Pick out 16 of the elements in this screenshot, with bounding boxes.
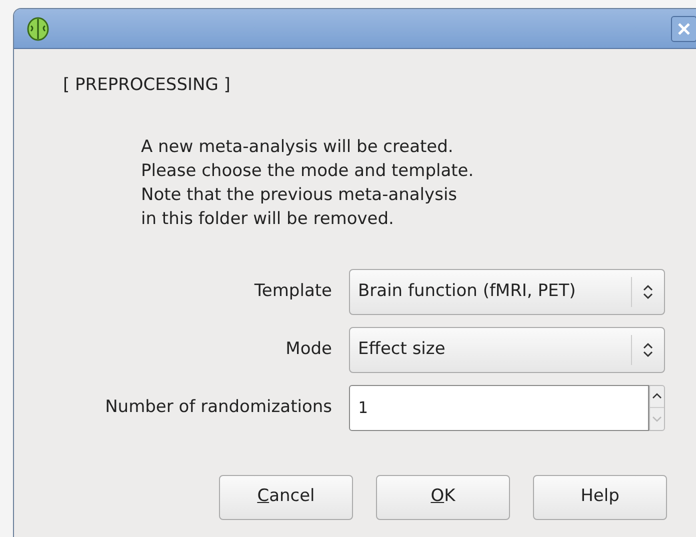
up-down-chevron-icon xyxy=(642,340,654,358)
number-field[interactable]: 1 xyxy=(349,384,649,430)
field-label: Template xyxy=(254,280,332,303)
field-label: Mode xyxy=(286,338,332,361)
dialog-button[interactable]: Help xyxy=(533,474,667,520)
up-down-chevron-icon xyxy=(642,282,654,300)
message-text: A new meta-analysis will be created. Please choose the mode and template. Note that the previous meta-analysis in this folder will be removed. xyxy=(141,136,474,230)
field-label: Number of randomizations xyxy=(105,396,332,419)
brain-icon xyxy=(26,16,50,40)
dialog-button[interactable]: OK xyxy=(376,474,510,520)
dropdown[interactable]: Effect size xyxy=(349,326,665,372)
close-icon xyxy=(677,22,691,36)
section-heading: [ PREPROCESSING ] xyxy=(63,74,230,97)
dialog-button[interactable]: Cancel xyxy=(219,474,353,520)
close-button[interactable] xyxy=(671,16,696,42)
dropdown[interactable]: Brain function (fMRI, PET) xyxy=(349,268,665,314)
